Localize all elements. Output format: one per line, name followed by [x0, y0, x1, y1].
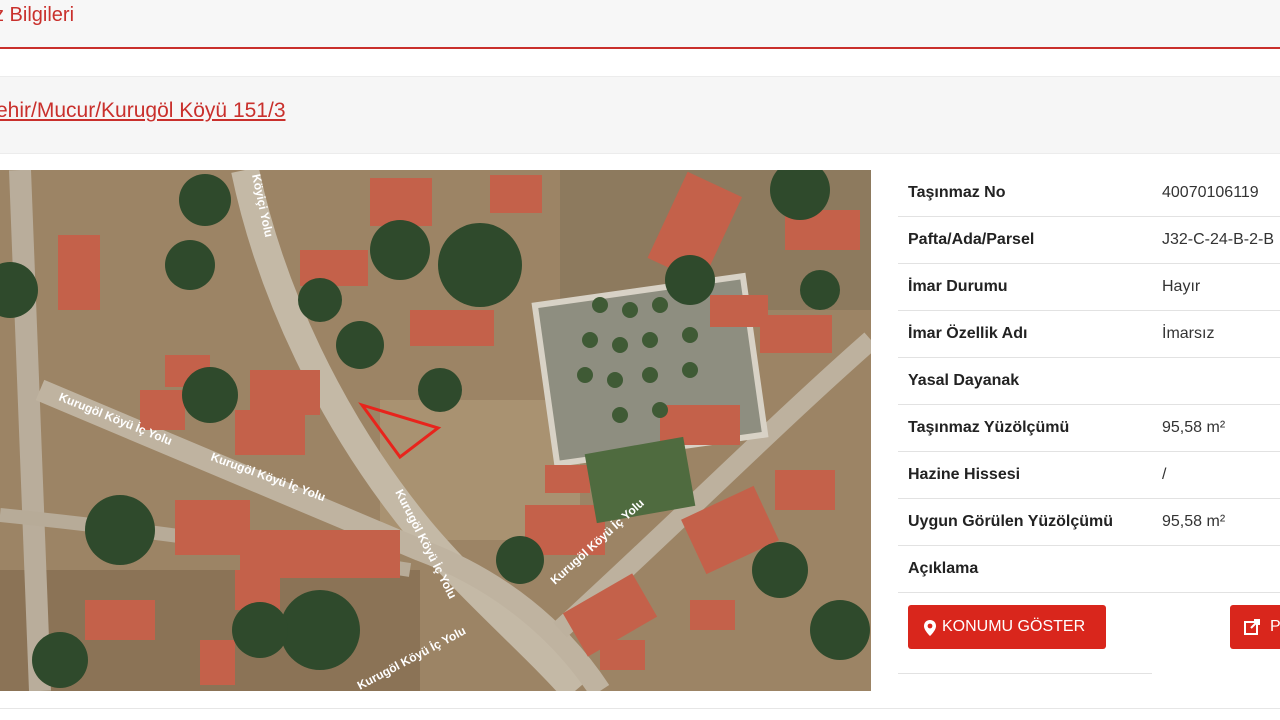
- map-image: Kurugöl Köyü İç Yolu Kurugöl Köyü İç Yol…: [0, 170, 871, 691]
- info-value: İmarsız: [1162, 325, 1215, 342]
- show-location-button[interactable]: KONUMU GÖSTER: [908, 605, 1106, 649]
- info-row-imar-durumu: İmar Durumu Hayır: [898, 264, 1280, 311]
- info-row-uygun-gorulen-yuzolcumu: Uygun Görülen Yüzölçümü 95,58 m²: [898, 499, 1280, 546]
- info-label: Hazine Hissesi: [908, 466, 1021, 483]
- divider: [0, 708, 1280, 709]
- action-buttons: KONUMU GÖSTER P: [898, 593, 1280, 674]
- info-label: Yasal Dayanak: [908, 372, 1020, 389]
- info-value: Hayır: [1162, 278, 1201, 295]
- show-location-label: KONUMU GÖSTER: [942, 618, 1086, 635]
- info-row-imar-ozellik-adi: İmar Özellik Adı İmarsız: [898, 311, 1280, 358]
- info-row-tasinmaz-yuzolcumu: Taşınmaz Yüzölçümü 95,58 m²: [898, 405, 1280, 452]
- info-row-aciklama: Açıklama: [898, 546, 1280, 593]
- satellite-map[interactable]: Kurugöl Köyü İç Yolu Kurugöl Köyü İç Yol…: [0, 170, 871, 691]
- address-bar: ehir/Mucur/Kurugöl Köyü 151/3: [0, 76, 1280, 154]
- share-icon: [1244, 605, 1262, 667]
- info-label: İmar Özellik Adı: [908, 325, 1028, 342]
- section-header: z Bilgileri: [0, 0, 1280, 49]
- section-title: z Bilgileri: [0, 4, 75, 26]
- info-row-hazine-hissesi: Hazine Hissesi /: [898, 452, 1280, 499]
- info-label: İmar Durumu: [908, 278, 1008, 295]
- info-row-pafta-ada-parsel: Pafta/Ada/Parsel J32-C-24-B-2-B: [898, 217, 1280, 264]
- info-row-tasinmaz-no: Taşınmaz No 40070106119: [898, 170, 1280, 217]
- info-value: 95,58 m²: [1162, 513, 1226, 530]
- property-info-table: Taşınmaz No 40070106119 Pafta/Ada/Parsel…: [898, 170, 1280, 674]
- share-label: P: [1270, 618, 1280, 635]
- share-button[interactable]: P: [1230, 605, 1280, 649]
- info-value: 40070106119: [1162, 184, 1259, 201]
- info-label: Taşınmaz Yüzölçümü: [908, 419, 1070, 436]
- info-label: Uygun Görülen Yüzölçümü: [908, 513, 1114, 530]
- info-value: /: [1162, 466, 1167, 483]
- map-marker-icon: [923, 605, 937, 667]
- parcel-address-link[interactable]: ehir/Mucur/Kurugöl Köyü 151/3: [0, 99, 286, 123]
- info-row-yasal-dayanak: Yasal Dayanak: [898, 358, 1280, 405]
- info-label: Açıklama: [908, 560, 979, 577]
- info-value: J32-C-24-B-2-B: [1162, 231, 1275, 248]
- info-value: 95,58 m²: [1162, 419, 1226, 436]
- info-label: Pafta/Ada/Parsel: [908, 231, 1035, 248]
- info-label: Taşınmaz No: [908, 184, 1006, 201]
